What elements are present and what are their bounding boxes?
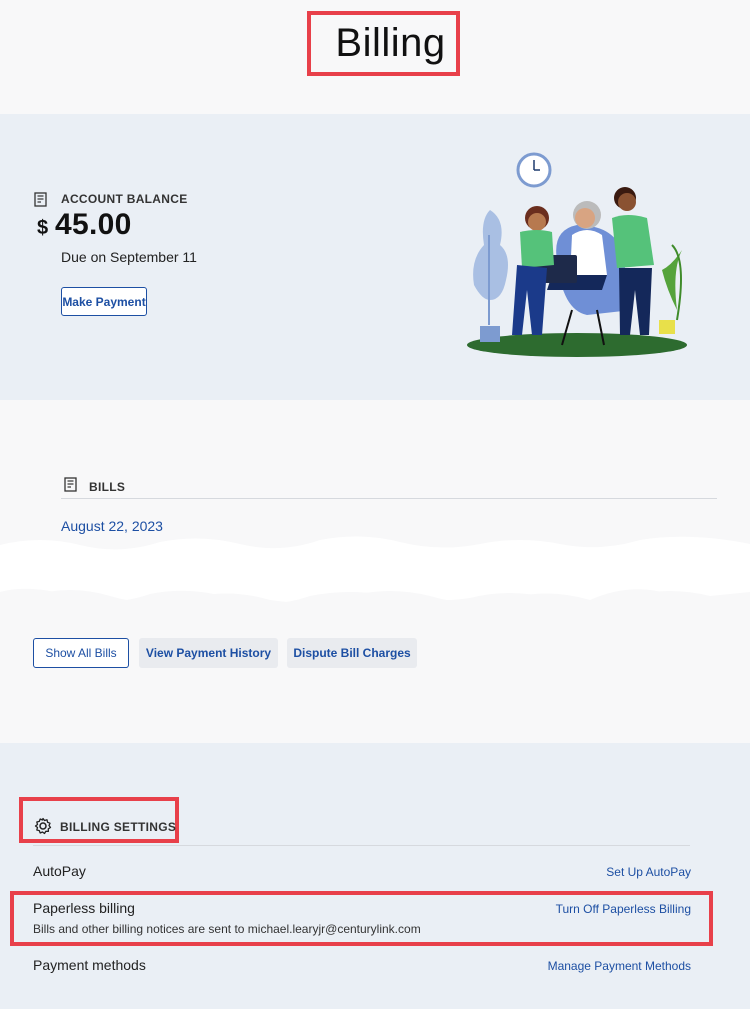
currency-symbol: $: [37, 217, 49, 239]
gear-icon: [34, 817, 52, 835]
family-illustration: [467, 152, 687, 357]
view-payment-history-button[interactable]: View Payment History: [139, 638, 278, 668]
balance-amount: 45.00: [55, 208, 132, 241]
torn-edge-break: [0, 536, 750, 630]
account-balance-label: ACCOUNT BALANCE: [61, 192, 188, 206]
due-date: Due on September 11: [61, 249, 197, 265]
receipt-icon: [34, 192, 47, 207]
bills-label: BILLS: [89, 480, 126, 494]
receipt-icon: [64, 477, 77, 492]
paperless-billing-label: Paperless billing: [33, 900, 135, 916]
autopay-label: AutoPay: [33, 863, 86, 879]
payment-methods-label: Payment methods: [33, 957, 146, 973]
divider: [33, 845, 690, 846]
page-title: Billing: [335, 21, 446, 65]
dispute-bill-charges-button[interactable]: Dispute Bill Charges: [287, 638, 417, 668]
set-up-autopay-link[interactable]: Set Up AutoPay: [606, 865, 691, 879]
divider: [61, 498, 717, 499]
paperless-billing-note: Bills and other billing notices are sent…: [33, 922, 421, 936]
turn-off-paperless-link[interactable]: Turn Off Paperless Billing: [556, 902, 691, 916]
billing-settings-label: BILLING SETTINGS: [60, 820, 177, 834]
make-payment-button[interactable]: Make Payment: [61, 287, 147, 316]
title-highlight: Billing: [307, 11, 460, 76]
manage-payment-methods-link[interactable]: Manage Payment Methods: [548, 959, 691, 973]
show-all-bills-button[interactable]: Show All Bills: [33, 638, 129, 668]
